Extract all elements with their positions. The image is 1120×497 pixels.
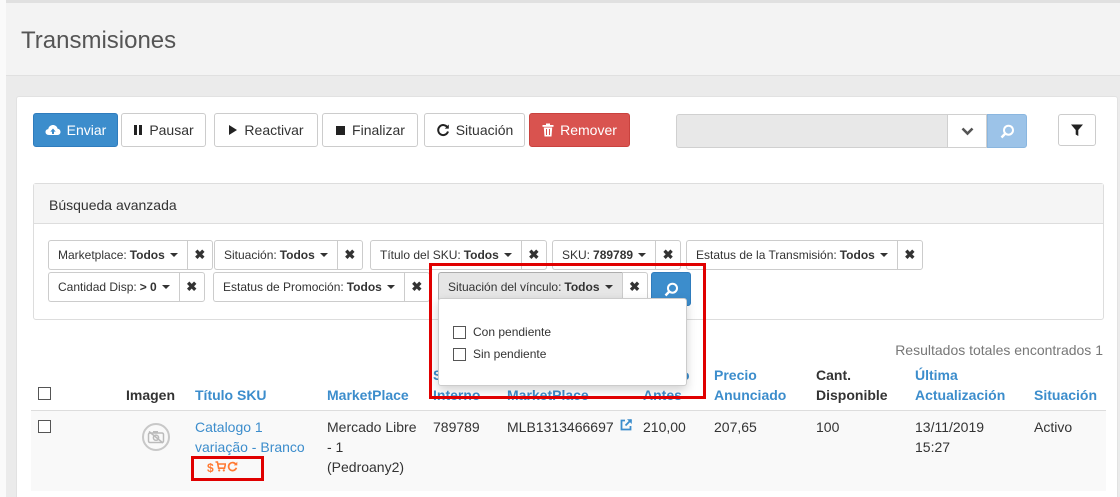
close-icon: ✖ bbox=[194, 247, 206, 262]
filter-cantidad-dropdown[interactable]: Cantidad Disp: > 0 bbox=[48, 272, 179, 302]
pause-icon bbox=[133, 124, 143, 136]
search-button[interactable] bbox=[987, 114, 1027, 148]
row-marketplace-id: MLB1313466697 bbox=[507, 419, 614, 435]
main-panel: Enviar Pausar Reactivar Finalizar Situac… bbox=[16, 96, 1118, 497]
col-header-title-sku[interactable]: Título SKU bbox=[195, 385, 267, 405]
reactivate-button[interactable]: Reactivar bbox=[214, 113, 318, 147]
finish-label: Finalizar bbox=[352, 122, 405, 138]
advanced-search-title: Búsqueda avanzada bbox=[34, 184, 1103, 224]
caret-down-icon bbox=[169, 253, 178, 257]
close-icon: ✖ bbox=[528, 247, 540, 262]
highlight-box-dropdown bbox=[429, 263, 706, 399]
row-last-update-time: 15:27 bbox=[915, 439, 951, 455]
caret-down-icon bbox=[638, 253, 647, 257]
row-price-before: 210,00 bbox=[643, 419, 686, 435]
close-icon: ✖ bbox=[186, 279, 198, 294]
page-title: Transmisiones bbox=[21, 27, 177, 54]
filter-button[interactable] bbox=[1058, 114, 1096, 146]
filter-situacion-dropdown[interactable]: Situación: Todos bbox=[214, 240, 337, 270]
trash-icon bbox=[542, 123, 554, 137]
page-header: Transmisiones bbox=[6, 0, 1120, 76]
finish-button[interactable]: Finalizar bbox=[322, 113, 418, 147]
filter-icon bbox=[1070, 123, 1084, 137]
situation-button[interactable]: Situación bbox=[424, 113, 525, 147]
filter-chip-marketplace: Marketplace: Todos ✖ bbox=[48, 240, 213, 270]
search-input[interactable] bbox=[676, 114, 948, 148]
pause-button[interactable]: Pausar bbox=[121, 113, 206, 147]
filter-promocion-dropdown[interactable]: Estatus de Promoción: Todos bbox=[213, 272, 404, 302]
select-all-checkbox[interactable] bbox=[38, 387, 51, 400]
filter-chip-estatus-transmision: Estatus de la Transmisión: Todos ✖ bbox=[686, 240, 923, 270]
send-button[interactable]: Enviar bbox=[33, 113, 118, 147]
filter-estatus-transmision-dropdown[interactable]: Estatus de la Transmisión: Todos bbox=[686, 240, 897, 270]
search-icon bbox=[1000, 124, 1015, 139]
caret-down-icon bbox=[879, 253, 888, 257]
situation-label: Situación bbox=[455, 122, 514, 138]
row-title-line2[interactable]: variação - Branco bbox=[195, 437, 305, 457]
col-header-last-update[interactable]: Actualización bbox=[915, 385, 1005, 405]
refresh-icon bbox=[436, 123, 450, 137]
filter-chip-promocion: Estatus de Promoción: Todos ✖ bbox=[213, 272, 430, 302]
external-link-icon[interactable] bbox=[619, 418, 633, 432]
col-header-price-listed-top[interactable]: Precio bbox=[714, 365, 757, 385]
col-header-price-listed[interactable]: Anunciado bbox=[714, 385, 786, 405]
row-qty: 100 bbox=[816, 419, 840, 435]
search-group bbox=[676, 114, 1027, 148]
chevron-down-icon bbox=[961, 127, 974, 136]
reactivate-label: Reactivar bbox=[244, 122, 304, 138]
close-icon: ✖ bbox=[344, 247, 356, 262]
row-marketplace-line3: (Pedroany2) bbox=[327, 459, 405, 475]
col-header-qty: Disponible bbox=[816, 387, 888, 403]
remove-filter-button[interactable]: ✖ bbox=[336, 240, 363, 270]
row-last-update-date: 13/11/2019 bbox=[915, 419, 985, 435]
no-image-icon bbox=[142, 423, 170, 451]
row-status: Activo bbox=[1034, 419, 1073, 435]
caret-down-icon bbox=[503, 253, 512, 257]
close-icon: ✖ bbox=[904, 247, 916, 262]
row-checkbox[interactable] bbox=[38, 420, 51, 433]
remove-button[interactable]: Remover bbox=[529, 113, 630, 147]
pause-label: Pausar bbox=[149, 122, 194, 138]
col-header-marketplace[interactable]: MarketPlace bbox=[327, 385, 409, 405]
close-icon: ✖ bbox=[662, 247, 674, 262]
send-label: Enviar bbox=[66, 122, 107, 138]
filter-chip-situacion: Situación: Todos ✖ bbox=[214, 240, 363, 270]
row-marketplace-line2: - 1 bbox=[327, 439, 344, 455]
filter-marketplace-dropdown[interactable]: Marketplace: Todos bbox=[48, 240, 187, 270]
remove-filter-button[interactable]: ✖ bbox=[186, 240, 213, 270]
caret-down-icon bbox=[386, 285, 395, 289]
col-header-situation[interactable]: Situación bbox=[1034, 385, 1097, 405]
col-header-last-update-top[interactable]: Última bbox=[915, 365, 958, 385]
close-icon: ✖ bbox=[411, 279, 423, 294]
caret-down-icon bbox=[161, 285, 170, 289]
col-header-image: Imagen bbox=[126, 387, 176, 403]
search-dropdown-toggle[interactable] bbox=[948, 114, 987, 148]
row-price-listed: 207,65 bbox=[714, 419, 757, 435]
remove-filter-button[interactable]: ✖ bbox=[403, 272, 430, 302]
play-icon bbox=[228, 124, 238, 136]
cloud-upload-icon bbox=[45, 124, 61, 137]
row-sku: 789789 bbox=[433, 419, 480, 435]
remove-filter-button[interactable]: ✖ bbox=[896, 240, 923, 270]
row-title-line1[interactable]: Catalogo 1 bbox=[195, 417, 263, 437]
results-count: Resultados totales encontrados 1 bbox=[895, 342, 1103, 358]
remove-label: Remover bbox=[560, 122, 617, 138]
col-header-qty-top: Cant. bbox=[816, 367, 851, 383]
highlight-box-icons bbox=[191, 456, 264, 481]
filter-chip-cantidad: Cantidad Disp: > 0 ✖ bbox=[48, 272, 205, 302]
stop-icon bbox=[335, 125, 346, 136]
caret-down-icon bbox=[319, 253, 328, 257]
row-marketplace-line1: Mercado Libre bbox=[327, 419, 417, 435]
remove-filter-button[interactable]: ✖ bbox=[178, 272, 205, 302]
